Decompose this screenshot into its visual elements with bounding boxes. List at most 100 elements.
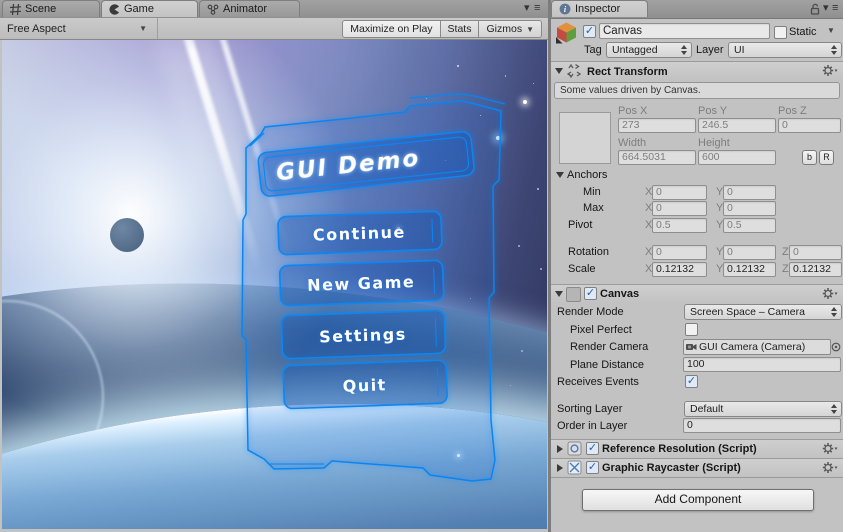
canvas-component-icon: [566, 287, 581, 302]
rect-transform-helpbox: Some values driven by Canvas.: [554, 82, 840, 99]
render-mode-dropdown[interactable]: Screen Space – Camera: [684, 304, 842, 320]
scale-z-field[interactable]: 0.12132: [789, 262, 842, 277]
left-pane-dropdown-icon[interactable]: ▾: [524, 2, 530, 15]
pixel-perfect-label: Pixel Perfect: [570, 324, 632, 336]
tab-inspector[interactable]: i Inspector: [551, 0, 648, 17]
chevron-down-icon: ▼: [139, 24, 147, 33]
inspector-dropdown-icon[interactable]: ▾: [823, 2, 829, 15]
maximize-on-play-button[interactable]: Maximize on Play: [342, 19, 441, 38]
canvas-foldout[interactable]: [555, 291, 563, 297]
plane-distance-field[interactable]: 100: [683, 357, 841, 372]
anchors-foldout[interactable]: [556, 172, 564, 178]
pixel-perfect-checkbox[interactable]: [685, 323, 698, 336]
tab-scene[interactable]: Scene: [2, 0, 100, 17]
updown-icon: [680, 45, 687, 55]
tab-animator[interactable]: Animator: [199, 0, 300, 17]
anchor-max-label: Max: [583, 202, 604, 214]
scale-y-field[interactable]: 0.12132: [723, 262, 776, 277]
aspect-dropdown[interactable]: Free Aspect ▼: [0, 18, 158, 39]
anchor-max-x-field[interactable]: 0: [652, 201, 707, 216]
stats-button[interactable]: Stats: [440, 19, 480, 38]
graphic-raycaster-checkbox[interactable]: ✓: [586, 461, 599, 474]
reference-resolution-icon: [567, 441, 582, 456]
gear-icon[interactable]: [822, 442, 838, 455]
camera-icon: [686, 344, 697, 350]
gameobject-cube-icon[interactable]: [555, 21, 578, 44]
lock-icon[interactable]: [809, 3, 821, 15]
receives-events-label: Receives Events: [557, 376, 639, 388]
rotation-label: Rotation: [568, 246, 609, 258]
tag-dropdown[interactable]: Untagged: [606, 42, 692, 58]
raw-edit-mode-button[interactable]: R: [819, 150, 834, 165]
pos-z-field[interactable]: 0: [778, 118, 841, 133]
menu-button-settings-label: Settings: [319, 324, 407, 346]
info-icon: i: [559, 3, 571, 15]
width-label: Width: [618, 137, 647, 149]
rotation-z-field[interactable]: 0: [789, 245, 842, 260]
canvas-enabled-checkbox[interactable]: ✓: [584, 287, 597, 300]
gizmos-label: Gizmos: [486, 22, 523, 35]
anchor-max-y-field[interactable]: 0: [723, 201, 776, 216]
graphic-raycaster-foldout[interactable]: [557, 464, 563, 472]
rect-transform-foldout[interactable]: [555, 68, 563, 74]
reference-resolution-checkbox[interactable]: ✓: [586, 442, 599, 455]
reference-resolution-foldout[interactable]: [557, 445, 563, 453]
height-label: Height: [698, 137, 730, 149]
static-checkbox[interactable]: [774, 26, 787, 39]
aspect-label: Free Aspect: [7, 22, 66, 35]
pos-y-field[interactable]: 246.5: [698, 118, 776, 133]
updown-icon: [830, 307, 837, 317]
menu-button-continue[interactable]: Continue: [277, 210, 443, 256]
tab-game-label: Game: [124, 3, 154, 15]
add-component-button[interactable]: Add Component: [582, 489, 814, 511]
tag-value: Untagged: [612, 44, 658, 56]
blueprint-mode-button[interactable]: b: [802, 150, 817, 165]
render-camera-field[interactable]: GUI Camera (Camera): [683, 339, 831, 355]
tab-animator-label: Animator: [223, 3, 268, 15]
rotation-y-field[interactable]: 0: [723, 245, 776, 260]
height-field[interactable]: 600: [698, 150, 776, 165]
inspector-menu-icon[interactable]: ≡: [832, 2, 838, 15]
sorting-layer-dropdown[interactable]: Default: [684, 401, 842, 417]
anchor-min-y-field[interactable]: 0: [723, 185, 776, 200]
static-dropdown-icon[interactable]: ▼: [827, 26, 835, 35]
gear-icon[interactable]: [822, 287, 838, 300]
order-in-layer-field[interactable]: 0: [683, 418, 841, 433]
rect-transform-title: Rect Transform: [587, 66, 668, 78]
graphic-raycaster-icon: [567, 460, 582, 475]
pos-z-label: Pos Z: [778, 105, 807, 117]
menu-button-settings[interactable]: Settings: [280, 309, 447, 360]
pivot-y-field[interactable]: 0.5: [723, 218, 776, 233]
tab-game[interactable]: Game: [101, 0, 198, 17]
menu-button-new-game[interactable]: New Game: [278, 259, 445, 307]
gui-demo-menu: GUI Demo Continue New Game Settings Quit: [241, 93, 506, 482]
pivot-x-field[interactable]: 0.5: [652, 218, 707, 233]
layer-dropdown[interactable]: UI: [728, 42, 842, 58]
object-picker-icon[interactable]: [831, 342, 841, 352]
menu-button-continue-label: Continue: [313, 222, 406, 244]
game-viewport: GUI Demo Continue New Game Settings Quit: [2, 40, 547, 529]
rotation-x-field[interactable]: 0: [652, 245, 707, 260]
inspector-tabstrip: i Inspector ▾ ≡: [551, 0, 843, 19]
render-mode-label: Render Mode: [557, 306, 624, 318]
gameobject-name-field[interactable]: Canvas: [599, 23, 770, 39]
render-camera-label: Render Camera: [570, 341, 649, 353]
anchor-min-x-field[interactable]: 0: [652, 185, 707, 200]
updown-icon: [830, 45, 837, 55]
animator-nodes-icon: [207, 4, 219, 15]
width-field[interactable]: 664.5031: [618, 150, 696, 165]
left-tabstrip: Scene Game Animator ▾ ≡: [0, 0, 549, 19]
left-pane-menu-icon[interactable]: ≡: [534, 2, 540, 15]
gear-icon[interactable]: [822, 64, 838, 77]
anchors-label: Anchors: [567, 169, 608, 181]
gear-icon[interactable]: [822, 461, 838, 474]
scale-x-field[interactable]: 0.12132: [652, 262, 707, 277]
canvas-component-title: Canvas: [600, 288, 640, 300]
game-panel: Scene Game Animator ▾ ≡ Free Aspect ▼ Ma…: [0, 0, 549, 532]
active-checkbox[interactable]: ✓: [583, 25, 596, 38]
pos-x-field[interactable]: 273: [618, 118, 696, 133]
menu-button-quit[interactable]: Quit: [282, 359, 448, 410]
gizmos-dropdown[interactable]: Gizmos ▼: [479, 19, 542, 38]
receives-events-checkbox[interactable]: ✓: [685, 375, 698, 388]
anchor-preview[interactable]: [559, 112, 611, 164]
